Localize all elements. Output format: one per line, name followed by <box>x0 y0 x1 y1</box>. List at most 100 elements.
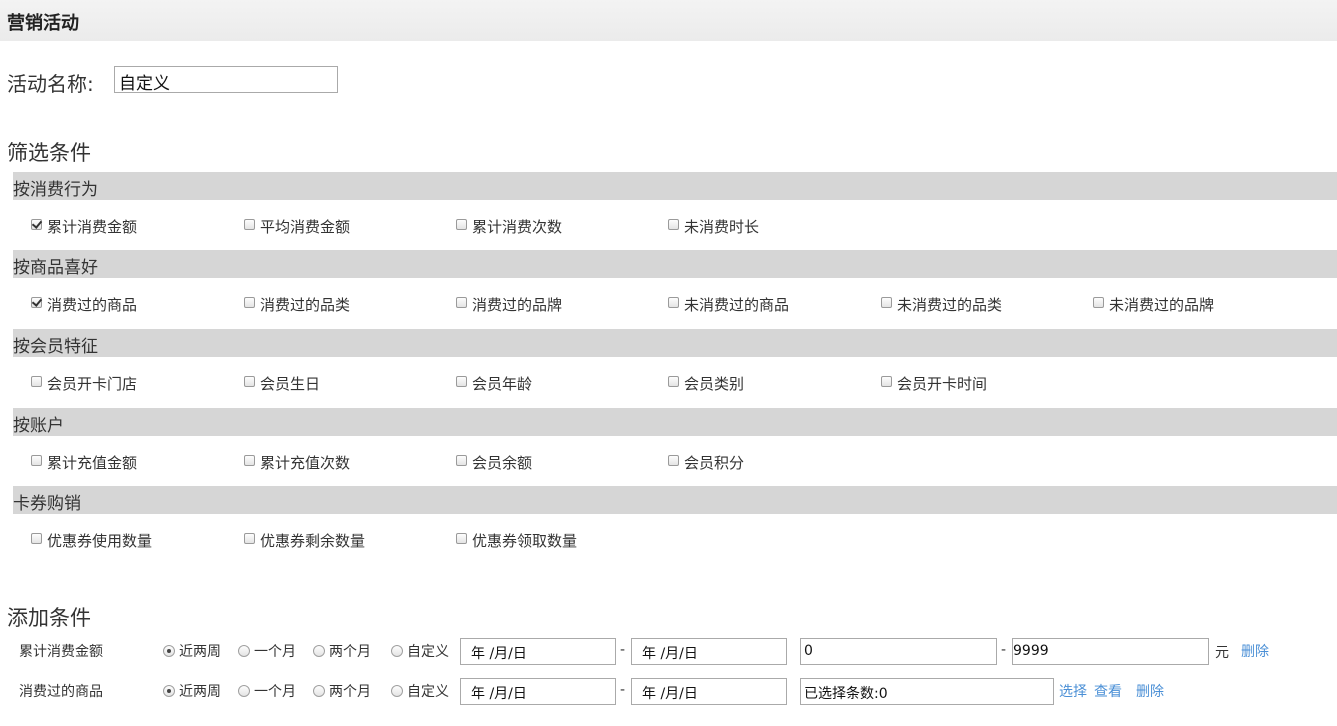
filter-option[interactable]: 累计消费次数 <box>456 216 562 237</box>
choose-link[interactable]: 选择 <box>1059 681 1087 701</box>
filter-option[interactable]: 累计充值金额 <box>31 452 137 473</box>
radio-two-weeks[interactable]: 近两周 <box>163 641 221 661</box>
filter-option-label: 未消费过的品类 <box>897 296 1003 314</box>
checkbox-checked-icon[interactable] <box>31 219 42 230</box>
radio-two-weeks[interactable]: 近两周 <box>163 681 221 701</box>
activity-name-input[interactable]: 自定义 <box>114 66 338 94</box>
checkbox-icon[interactable] <box>881 376 892 387</box>
radio-one-month[interactable]: 一个月 <box>238 681 296 701</box>
min-amount-input[interactable]: 0 <box>800 638 997 665</box>
filter-option[interactable]: 会员年龄 <box>456 373 532 394</box>
checkbox-icon[interactable] <box>244 533 255 544</box>
checkbox-icon[interactable] <box>244 297 255 308</box>
filter-option[interactable]: 会员余额 <box>456 452 532 473</box>
checkbox-checked-icon[interactable] <box>31 297 42 308</box>
radio-icon <box>163 685 175 697</box>
checkbox-icon[interactable] <box>31 376 42 387</box>
date-from-input[interactable]: 年 /月/日 <box>460 678 616 705</box>
max-amount-input[interactable]: 9999 <box>1012 638 1209 665</box>
radio-two-months[interactable]: 两个月 <box>313 641 371 661</box>
view-link[interactable]: 查看 <box>1094 681 1122 701</box>
filter-option[interactable]: 未消费时长 <box>668 216 759 237</box>
filter-option[interactable]: 消费过的品牌 <box>456 294 562 315</box>
filter-option[interactable]: 平均消费金额 <box>244 216 350 237</box>
filter-group-title: 卡券购销 <box>13 494 81 514</box>
filter-group-header: 按商品喜好 <box>13 250 1337 278</box>
filter-option-label: 会员生日 <box>260 375 321 393</box>
filter-option-label: 会员开卡时间 <box>897 375 988 393</box>
filter-option[interactable]: 会员生日 <box>244 373 320 394</box>
checkbox-icon[interactable] <box>668 297 679 308</box>
filter-option-label: 优惠券领取数量 <box>472 532 578 550</box>
page-header: 营销活动 <box>0 0 1337 41</box>
filter-option-label: 消费过的品类 <box>260 296 351 314</box>
filter-option-label: 未消费时长 <box>684 218 760 236</box>
filter-option[interactable]: 未消费过的品类 <box>881 294 1002 315</box>
filter-group-title: 按账户 <box>13 416 64 436</box>
filter-option[interactable]: 会员开卡时间 <box>881 373 987 394</box>
checkbox-icon[interactable] <box>456 376 467 387</box>
checkbox-icon[interactable] <box>1093 297 1104 308</box>
filter-group-header: 按账户 <box>13 408 1337 436</box>
delete-link[interactable]: 删除 <box>1241 641 1269 661</box>
checkbox-icon[interactable] <box>456 297 467 308</box>
currency-unit: 元 <box>1215 645 1229 661</box>
filter-group-header: 按消费行为 <box>13 172 1337 200</box>
filter-option[interactable]: 未消费过的品牌 <box>1093 294 1214 315</box>
checkbox-icon[interactable] <box>456 533 467 544</box>
radio-icon <box>238 645 250 657</box>
filter-option-label: 会员余额 <box>472 454 533 472</box>
radio-custom[interactable]: 自定义 <box>391 681 449 701</box>
checkbox-icon[interactable] <box>456 455 467 466</box>
checkbox-icon[interactable] <box>668 376 679 387</box>
filter-option[interactable]: 累计消费金额 <box>31 216 137 237</box>
filter-option[interactable]: 会员开卡门店 <box>31 373 137 394</box>
filter-option-label: 累计充值金额 <box>47 454 138 472</box>
radio-icon <box>391 685 403 697</box>
filter-option-label: 会员积分 <box>684 454 745 472</box>
checkbox-icon[interactable] <box>244 219 255 230</box>
checkbox-icon[interactable] <box>244 376 255 387</box>
radio-icon <box>313 685 325 697</box>
filter-option-label: 会员年龄 <box>472 375 533 393</box>
checkbox-icon[interactable] <box>881 297 892 308</box>
range-dash: - <box>620 642 626 658</box>
checkbox-icon[interactable] <box>668 219 679 230</box>
checkbox-icon[interactable] <box>31 455 42 466</box>
filter-option[interactable]: 未消费过的商品 <box>668 294 789 315</box>
filter-group-header: 卡券购销 <box>13 486 1337 514</box>
radio-one-month[interactable]: 一个月 <box>238 641 296 661</box>
filter-option-label: 累计消费次数 <box>472 218 563 236</box>
range-dash: - <box>1001 642 1007 658</box>
filter-option[interactable]: 优惠券使用数量 <box>31 530 152 551</box>
filter-option-label: 未消费过的品牌 <box>1109 296 1215 314</box>
activity-name-label: 活动名称: <box>7 72 94 96</box>
range-dash: - <box>620 682 626 698</box>
filter-option[interactable]: 会员类别 <box>668 373 744 394</box>
filter-option[interactable]: 消费过的商品 <box>31 294 137 315</box>
filter-option[interactable]: 消费过的品类 <box>244 294 350 315</box>
date-to-input[interactable]: 年 /月/日 <box>631 678 787 705</box>
radio-icon <box>163 645 175 657</box>
filter-option-label: 会员开卡门店 <box>47 375 138 393</box>
filter-option[interactable]: 优惠券领取数量 <box>456 530 577 551</box>
filter-option-label: 优惠券使用数量 <box>47 532 153 550</box>
radio-custom[interactable]: 自定义 <box>391 641 449 661</box>
date-from-input[interactable]: 年 /月/日 <box>460 638 616 665</box>
checkbox-icon[interactable] <box>244 455 255 466</box>
checkbox-icon[interactable] <box>668 455 679 466</box>
date-to-input[interactable]: 年 /月/日 <box>631 638 787 665</box>
checkbox-icon[interactable] <box>456 219 467 230</box>
filter-option[interactable]: 累计充值次数 <box>244 452 350 473</box>
filter-option[interactable]: 会员积分 <box>668 452 744 473</box>
delete-link[interactable]: 删除 <box>1136 681 1164 701</box>
condition-label: 消费过的商品 <box>19 684 103 700</box>
radio-two-months[interactable]: 两个月 <box>313 681 371 701</box>
filter-group-title: 按商品喜好 <box>13 258 98 278</box>
condition-label: 累计消费金额 <box>19 644 103 660</box>
filter-option[interactable]: 优惠券剩余数量 <box>244 530 365 551</box>
filter-option-label: 累计充值次数 <box>260 454 351 472</box>
radio-icon <box>391 645 403 657</box>
checkbox-icon[interactable] <box>31 533 42 544</box>
add-condition-title: 添加条件 <box>7 606 91 630</box>
